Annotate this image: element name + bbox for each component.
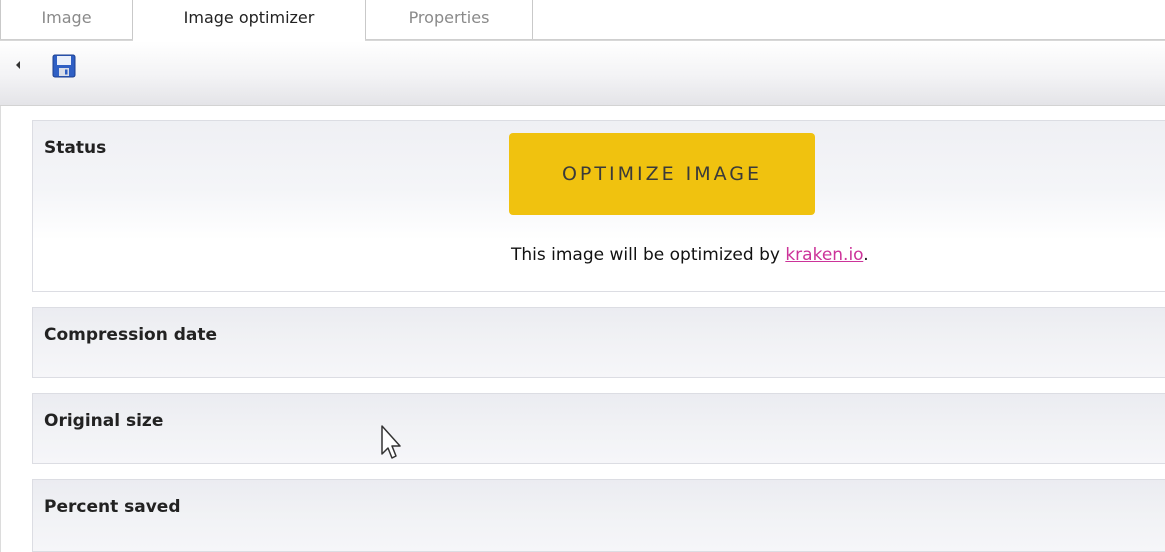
caret-left-icon[interactable]	[16, 61, 20, 69]
tab-image[interactable]: Image	[0, 0, 133, 39]
original-size-label: Original size	[44, 411, 164, 431]
image-optimizer-window: Image Image optimizer Properties Status …	[0, 0, 1165, 552]
optimizer-content: Status OPTIMIZE IMAGE This image will be…	[0, 106, 1165, 552]
compression-date-panel: Compression date	[32, 307, 1165, 378]
optimize-image-button[interactable]: OPTIMIZE IMAGE	[509, 133, 815, 215]
tab-bar: Image Image optimizer Properties	[0, 0, 1165, 41]
toolbar	[0, 40, 1165, 106]
compression-date-label: Compression date	[44, 325, 218, 345]
kraken-link[interactable]: kraken.io	[785, 245, 863, 265]
note-text: This image will be optimized by	[511, 245, 786, 265]
percent-saved-panel: Percent saved	[32, 479, 1165, 552]
percent-saved-label: Percent saved	[44, 497, 181, 517]
status-label: Status	[44, 138, 107, 158]
note-suffix: .	[863, 245, 869, 265]
original-size-panel: Original size	[32, 393, 1165, 464]
floppy-disk-icon[interactable]	[52, 54, 76, 78]
tab-image-optimizer[interactable]: Image optimizer	[133, 0, 365, 41]
tab-properties[interactable]: Properties	[365, 0, 533, 39]
status-panel: Status OPTIMIZE IMAGE This image will be…	[32, 120, 1165, 292]
optimizer-note: This image will be optimized by kraken.i…	[511, 245, 869, 265]
